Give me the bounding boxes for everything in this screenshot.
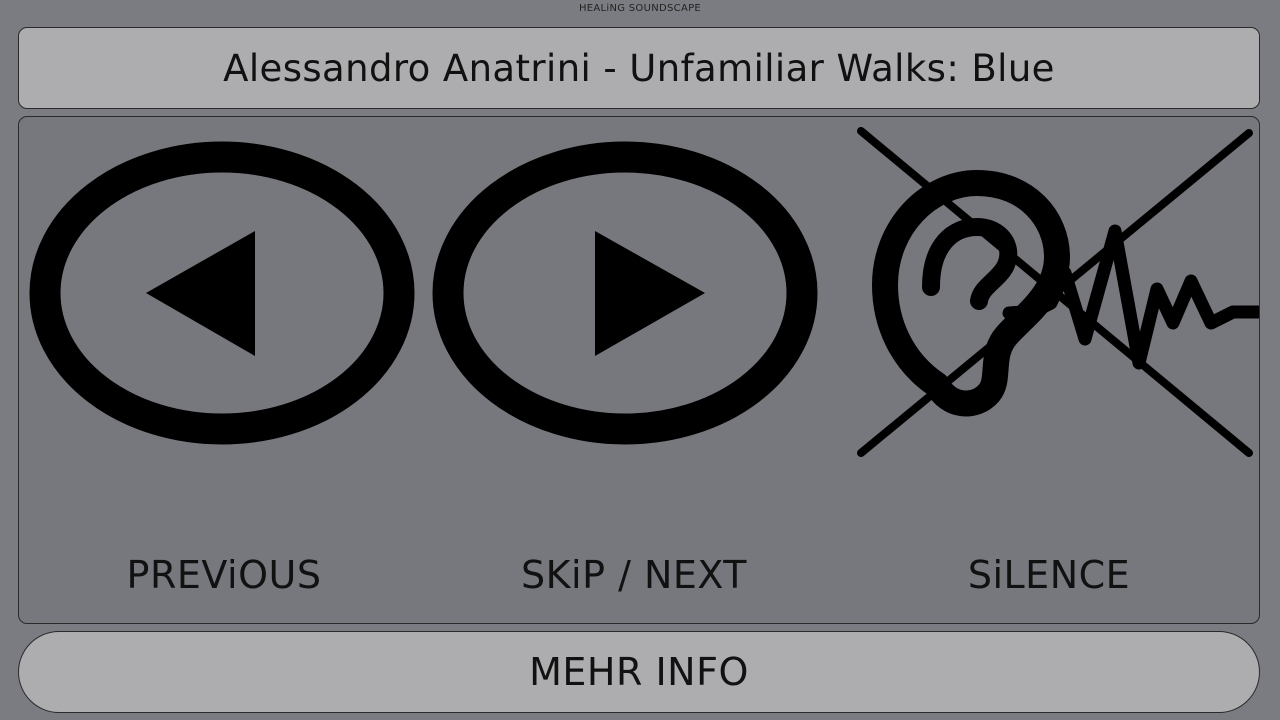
playback-controls-panel: PREViOUS SKiP / NEXT SiLENCE	[18, 116, 1260, 624]
ear-muted-icon	[857, 127, 1259, 457]
skip-next-button[interactable]: SKiP / NEXT	[429, 117, 839, 623]
previous-button[interactable]: PREViOUS	[19, 117, 429, 623]
more-info-button[interactable]: MEHR INFO	[18, 631, 1260, 713]
now-playing-title: Alessandro Anatrini - Unfamiliar Walks: …	[18, 27, 1260, 109]
silence-button[interactable]: SiLENCE	[839, 117, 1259, 623]
previous-label: PREViOUS	[126, 553, 322, 597]
skip-next-label: SKiP / NEXT	[521, 553, 747, 597]
silence-label: SiLENCE	[967, 553, 1131, 597]
play-next-icon	[432, 141, 818, 445]
previous-icon	[29, 141, 415, 445]
app-title: HEALiNG SOUNDSCAPE	[578, 3, 702, 14]
